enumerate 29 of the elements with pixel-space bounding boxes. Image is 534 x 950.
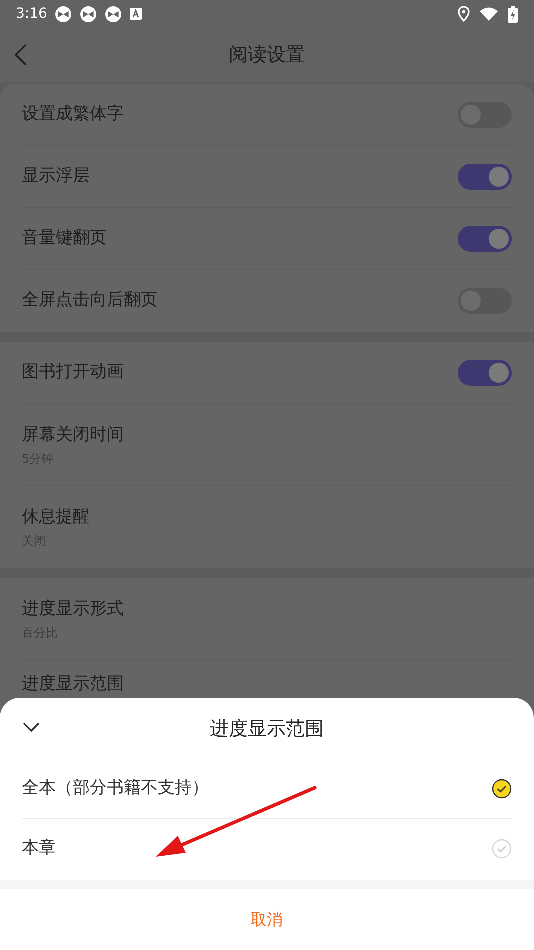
location-icon bbox=[458, 6, 470, 22]
setting-label[interactable]: 进度显示范围 bbox=[22, 672, 512, 696]
setting-label: 图书打开动画 bbox=[22, 360, 124, 384]
option-label: 全本（部分书籍不支持） bbox=[22, 777, 209, 800]
setting-label: 音量键翻页 bbox=[22, 226, 107, 250]
app-notification-icon bbox=[80, 6, 98, 22]
app-notification-icon bbox=[55, 6, 72, 22]
toggle-switch[interactable] bbox=[458, 226, 512, 252]
chevron-down-icon[interactable] bbox=[23, 722, 40, 733]
option-row[interactable]: 本章 bbox=[22, 819, 512, 878]
setting-label: 显示浮层 bbox=[22, 164, 90, 188]
setting-label: 设置成繁体字 bbox=[22, 102, 124, 126]
setting-label[interactable]: 屏幕关闭时间 bbox=[22, 422, 512, 446]
toggle-switch[interactable] bbox=[458, 164, 512, 190]
keyboard-notification-icon bbox=[130, 8, 142, 20]
app-notification-icon bbox=[105, 6, 122, 22]
setting-label: 全屏点击向后翻页 bbox=[22, 289, 158, 312]
wifi-icon bbox=[480, 7, 498, 21]
page-title: 阅读设置 bbox=[229, 42, 305, 68]
setting-label[interactable]: 休息提醒 bbox=[22, 505, 512, 529]
option-label: 本章 bbox=[22, 836, 56, 860]
check-circle-icon[interactable] bbox=[492, 779, 512, 799]
option-row[interactable]: 全本（部分书籍不支持） bbox=[22, 760, 512, 819]
sheet-title: 进度显示范围 bbox=[210, 716, 324, 742]
setting-label[interactable]: 进度显示形式 bbox=[22, 596, 512, 620]
status-time: 3:16 bbox=[16, 4, 48, 24]
back-icon[interactable] bbox=[14, 44, 28, 66]
battery-charging-icon bbox=[508, 6, 518, 22]
toggle-switch[interactable] bbox=[458, 360, 512, 386]
